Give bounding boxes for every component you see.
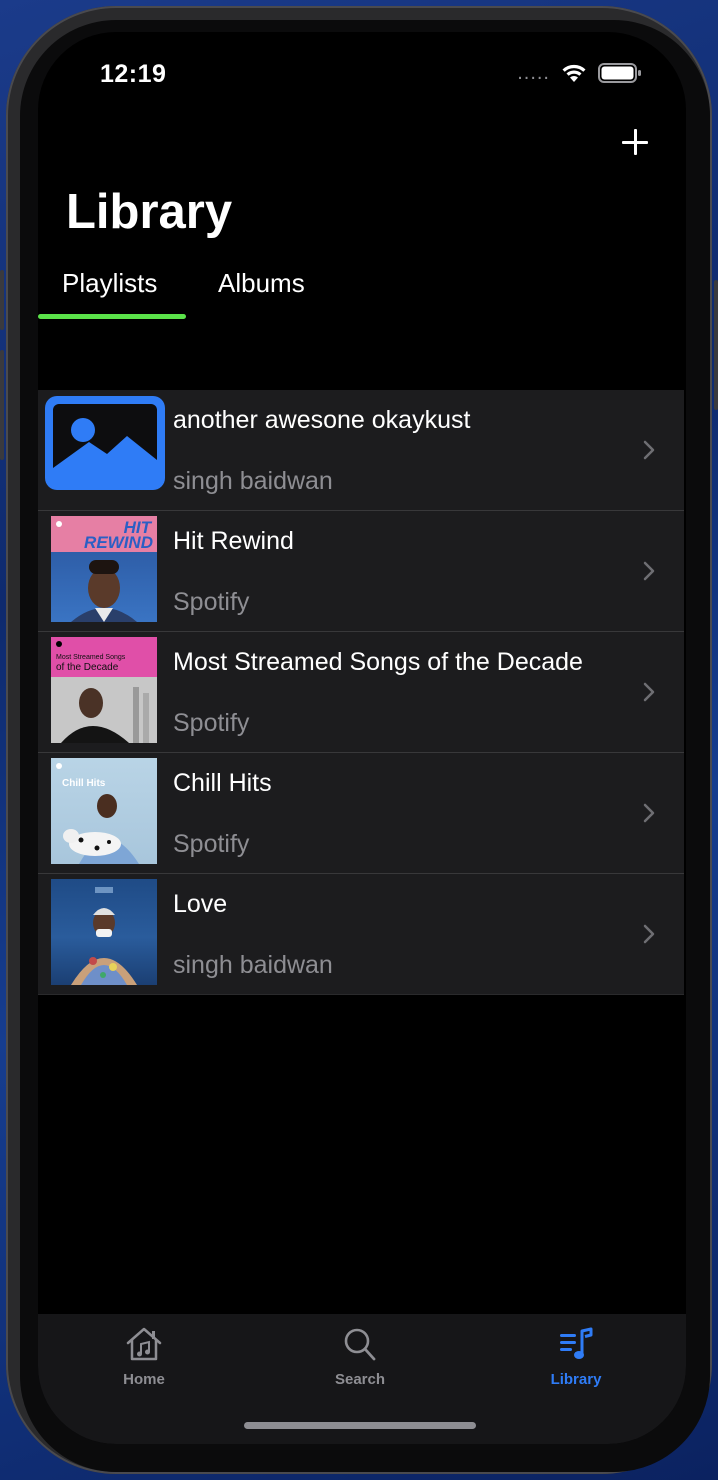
home-indicator[interactable]	[244, 1422, 476, 1429]
side-button-left-1	[0, 270, 4, 330]
love-cover	[51, 879, 157, 985]
playlist-title: Most Streamed Songs of the Decade	[173, 648, 583, 676]
most-streamed-cover: Most Streamed Songs of the Decade	[51, 637, 157, 743]
tabbar-home[interactable]: Home	[74, 1326, 214, 1388]
playlist-row[interactable]: Chill Hits Chill Hits Spotify	[38, 753, 684, 874]
side-button-right	[714, 280, 718, 410]
library-music-icon	[560, 1327, 593, 1359]
placeholder-image-icon	[45, 396, 165, 490]
side-button-left-2	[0, 350, 4, 460]
chevron-right-icon	[643, 440, 655, 460]
status-time: 12:19	[100, 60, 167, 88]
chill-hits-cover-text: Chill Hits	[62, 778, 106, 789]
playlist-owner: Spotify	[173, 709, 250, 737]
playlist-row[interactable]: Most Streamed Songs of the Decade Most S…	[38, 632, 684, 753]
tabbar-home-label: Home	[123, 1371, 165, 1388]
search-icon	[344, 1328, 376, 1361]
chevron-right-icon	[643, 803, 655, 823]
playlist-title: Chill Hits	[173, 769, 272, 797]
playlist-owner: singh baidwan	[173, 467, 333, 495]
hit-rewind-cover: HIT REWIND	[51, 516, 157, 622]
tab-playlists[interactable]: Playlists	[62, 268, 157, 299]
playlist-row[interactable]: HIT REWIND Hit Rewind Spotify	[38, 511, 684, 632]
wifi-icon	[562, 64, 586, 82]
app-screen: 12:19 ..... Library Playlists Albums ano…	[38, 32, 686, 1444]
tabbar-library-label: Library	[550, 1371, 602, 1388]
playlist-owner: singh baidwan	[173, 951, 333, 979]
playlist-owner: Spotify	[173, 588, 250, 616]
most-streamed-cover-text-2: of the Decade	[56, 662, 119, 673]
playlist-owner: Spotify	[173, 830, 250, 858]
battery-icon	[598, 63, 641, 83]
chevron-right-icon	[643, 924, 655, 944]
playlist-row[interactable]: another awesone okaykust singh baidwan	[38, 390, 684, 511]
page-title: Library	[66, 185, 233, 239]
hit-rewind-cover-text-2: REWIND	[84, 533, 153, 552]
chevron-right-icon	[643, 682, 655, 702]
add-playlist-button[interactable]	[616, 124, 652, 160]
tab-selected-indicator	[38, 314, 186, 319]
tabbar-search-label: Search	[334, 1371, 386, 1388]
tabbar-search[interactable]: Search	[290, 1326, 430, 1388]
playlist-title: Love	[173, 890, 228, 918]
playlist-title: another awesone okaykust	[173, 406, 471, 434]
chevron-right-icon	[643, 561, 655, 581]
cellular-signal-icon: .....	[517, 62, 550, 84]
playlist-title: Hit Rewind	[173, 527, 294, 555]
chill-hits-cover: Chill Hits	[51, 758, 157, 864]
tab-albums[interactable]: Albums	[218, 268, 305, 299]
most-streamed-cover-text-1: Most Streamed Songs	[56, 654, 126, 661]
home-music-icon	[126, 1327, 162, 1361]
tabbar-library[interactable]: Library	[506, 1326, 646, 1388]
library-tabs: Playlists Albums	[38, 264, 686, 324]
status-icons: .....	[517, 62, 642, 84]
playlist-list: another awesone okaykust singh baidwan H…	[38, 390, 684, 995]
playlist-row[interactable]: Love singh baidwan	[38, 874, 684, 995]
